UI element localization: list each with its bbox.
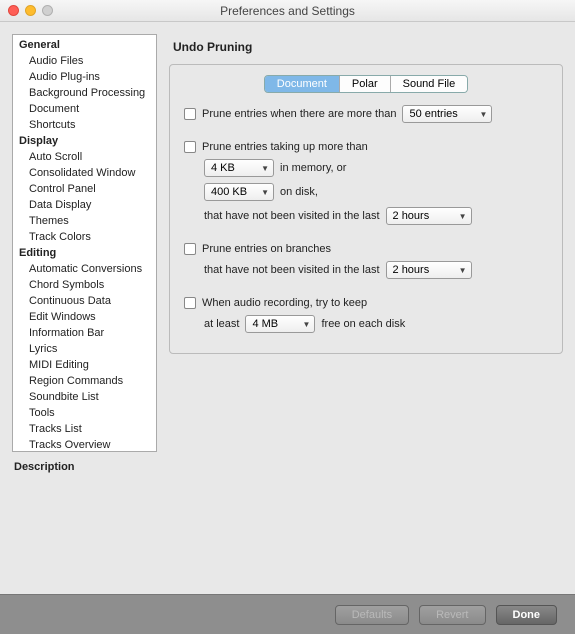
tab[interactable]: Sound File [391,76,468,92]
prune-disk-value: 400 KB [211,186,247,198]
sidebar-item[interactable]: Lyrics [13,341,156,357]
prune-count-label: Prune entries when there are more than [202,108,396,120]
sidebar-list[interactable]: GeneralAudio FilesAudio Plug-insBackgrou… [13,35,156,451]
prune-count-checkbox[interactable] [184,108,196,120]
prune-disk-row: 400 KB ▼ on disk, [204,183,548,201]
revert-button[interactable]: Revert [419,605,485,625]
content-pane: Undo Pruning DocumentPolarSound File Pru… [157,34,563,457]
audio-rec-value-row: at least 4 MB ▼ free on each disk [204,315,548,333]
sidebar-item[interactable]: Audio Plug-ins [13,69,156,85]
audio-rec-label: When audio recording, try to keep [202,297,367,309]
branches-visited-prefix: that have not been visited in the last [204,264,380,276]
defaults-button[interactable]: Defaults [335,605,409,625]
sidebar-category[interactable]: Editing [13,245,156,261]
sidebar-item[interactable]: Tracks Overview [13,437,156,451]
sidebar-item[interactable]: Document [13,101,156,117]
prune-size-row: Prune entries taking up more than [184,141,548,153]
prune-branches-checkbox[interactable] [184,243,196,255]
window-title: Preferences and Settings [0,4,575,18]
sidebar-item[interactable]: Continuous Data [13,293,156,309]
sidebar-item[interactable]: Region Commands [13,373,156,389]
sidebar-item[interactable]: Audio Files [13,53,156,69]
chevron-down-icon: ▼ [261,188,269,197]
sidebar-item[interactable]: Track Colors [13,229,156,245]
audio-rec-checkbox[interactable] [184,297,196,309]
branches-visited-value: 2 hours [393,264,430,276]
branches-visited-row: that have not been visited in the last 2… [204,261,548,279]
sidebar-category[interactable]: Display [13,133,156,149]
chevron-down-icon: ▼ [303,320,311,329]
sidebar-category[interactable]: General [13,37,156,53]
tab-bar: DocumentPolarSound File [184,75,548,93]
prune-mem-suffix: in memory, or [280,162,346,174]
prune-visited-value: 2 hours [393,210,430,222]
main-area: GeneralAudio FilesAudio Plug-insBackgrou… [0,22,575,457]
sidebar-item[interactable]: Chord Symbols [13,277,156,293]
sidebar-item[interactable]: Auto Scroll [13,149,156,165]
chevron-down-icon: ▼ [459,266,467,275]
footer: Defaults Revert Done [0,594,575,634]
sidebar-item[interactable]: Automatic Conversions [13,261,156,277]
sidebar-item[interactable]: Background Processing [13,85,156,101]
prune-disk-select[interactable]: 400 KB ▼ [204,183,274,201]
sidebar-item[interactable]: Tracks List [13,421,156,437]
sidebar-item[interactable]: Edit Windows [13,309,156,325]
prune-visited-row: that have not been visited in the last 2… [204,207,548,225]
sidebar-item[interactable]: Tools [13,405,156,421]
tab[interactable]: Polar [340,76,391,92]
prune-branches-label: Prune entries on branches [202,243,331,255]
sidebar-item[interactable]: Consolidated Window [13,165,156,181]
prune-size-checkbox[interactable] [184,141,196,153]
sidebar: GeneralAudio FilesAudio Plug-insBackgrou… [12,34,157,452]
settings-panel: DocumentPolarSound File Prune entries wh… [169,64,563,354]
chevron-down-icon: ▼ [480,110,488,119]
sidebar-item[interactable]: Control Panel [13,181,156,197]
audio-rec-select[interactable]: 4 MB ▼ [245,315,315,333]
prune-branches-row: Prune entries on branches [184,243,548,255]
prune-disk-suffix: on disk, [280,186,318,198]
sidebar-item[interactable]: Data Display [13,197,156,213]
section-title: Undo Pruning [173,40,563,54]
audio-rec-value: 4 MB [252,318,278,330]
chevron-down-icon: ▼ [459,212,467,221]
prune-visited-select[interactable]: 2 hours ▼ [386,207,472,225]
prune-count-value: 50 entries [409,108,457,120]
sidebar-item[interactable]: Themes [13,213,156,229]
tab[interactable]: Document [265,76,340,92]
done-button[interactable]: Done [496,605,558,625]
prune-visited-prefix: that have not been visited in the last [204,210,380,222]
sidebar-item[interactable]: MIDI Editing [13,357,156,373]
prune-size-label: Prune entries taking up more than [202,141,368,153]
titlebar: Preferences and Settings [0,0,575,22]
sidebar-item[interactable]: Soundbite List [13,389,156,405]
audio-rec-suffix: free on each disk [321,318,405,330]
chevron-down-icon: ▼ [261,164,269,173]
prune-count-row: Prune entries when there are more than 5… [184,105,548,123]
prune-mem-value: 4 KB [211,162,235,174]
branches-visited-select[interactable]: 2 hours ▼ [386,261,472,279]
description-label: Description [14,461,575,473]
audio-rec-row: When audio recording, try to keep [184,297,548,309]
sidebar-item[interactable]: Shortcuts [13,117,156,133]
audio-rec-prefix: at least [204,318,239,330]
sidebar-item[interactable]: Information Bar [13,325,156,341]
prune-count-select[interactable]: 50 entries ▼ [402,105,492,123]
prune-mem-select[interactable]: 4 KB ▼ [204,159,274,177]
prune-mem-row: 4 KB ▼ in memory, or [204,159,548,177]
tab-segment: DocumentPolarSound File [264,75,468,93]
